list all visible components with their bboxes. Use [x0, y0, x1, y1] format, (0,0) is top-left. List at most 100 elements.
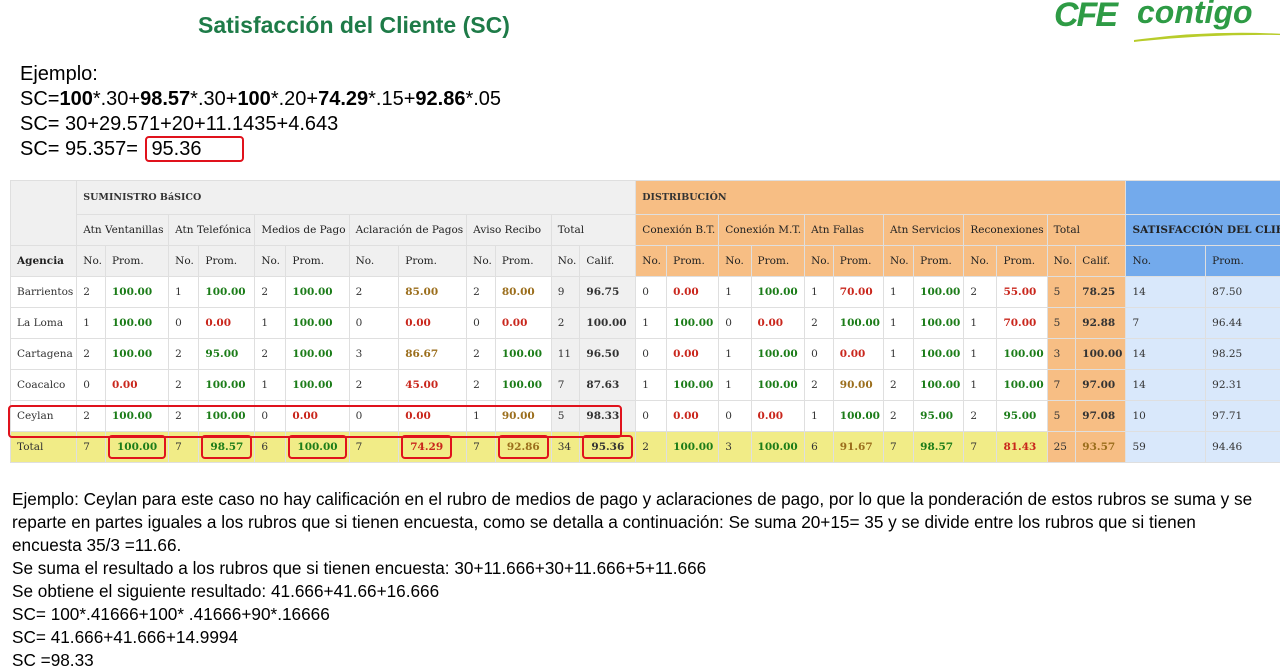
- column-header-prom: Prom.: [1206, 246, 1280, 277]
- column-header-prom: Prom.: [997, 246, 1047, 277]
- table-cell: 7: [1047, 370, 1076, 401]
- table-cell: 11: [551, 339, 580, 370]
- total-highlight-value: 98.57: [201, 435, 252, 459]
- table-cell: 1: [719, 339, 751, 370]
- table-cell: 3: [719, 432, 751, 463]
- table-cell: 0.00: [105, 370, 168, 401]
- example-result-highlight: 95.36: [145, 136, 243, 162]
- table-cell: 1: [883, 277, 913, 308]
- table-cell: 95.00: [199, 339, 255, 370]
- column-header-prom: Prom.: [667, 246, 719, 277]
- explanation-line-result: Se obtiene el siguiente resultado: 41.66…: [12, 580, 1262, 603]
- table-cell: 0.00: [495, 308, 551, 339]
- table-cell: 100.00: [199, 277, 255, 308]
- table-cell: 7: [883, 432, 913, 463]
- table-cell: 0.00: [667, 277, 719, 308]
- table-cell: 100.00: [495, 370, 551, 401]
- example-result: SC= 95.357= 95.36: [20, 137, 501, 162]
- table-cell: 0: [169, 308, 199, 339]
- column-header-no: No.: [349, 246, 399, 277]
- column-header-no: No.: [719, 246, 751, 277]
- table-cell: 85.00: [399, 277, 467, 308]
- table-cell: 100.00: [997, 370, 1047, 401]
- table-cell: 2: [636, 432, 667, 463]
- agencia-name: Barrientos: [11, 277, 77, 308]
- table-cell: 1: [964, 339, 997, 370]
- subheader-total: Total: [551, 215, 636, 246]
- subheader-conexi-n-b-t: Conexión B.T.: [636, 215, 719, 246]
- table-cell: 100.00: [580, 308, 636, 339]
- table-cell: 100.00: [914, 277, 964, 308]
- table-cell: 80.00: [495, 277, 551, 308]
- column-header-no: No.: [964, 246, 997, 277]
- column-header-calif: Calif.: [580, 246, 636, 277]
- table-cell: 55.00: [997, 277, 1047, 308]
- column-header-no: No.: [636, 246, 667, 277]
- table-cell: 2: [169, 339, 199, 370]
- table-cell: 100.00: [286, 308, 349, 339]
- table-cell: 91.67: [833, 432, 883, 463]
- table-cell: 100.00: [914, 339, 964, 370]
- column-header-prom: Prom.: [199, 246, 255, 277]
- group-satisfaccion-cliente: SATISFACCIÓN DEL CLIENTE: [1126, 215, 1280, 246]
- table-cell: 98.25: [1206, 339, 1280, 370]
- explanation-line-sc-sum: SC= 41.666+41.666+14.9994: [12, 626, 1262, 649]
- table-cell: 100.00: [751, 277, 805, 308]
- ceylan-row-highlight: [8, 405, 622, 438]
- table-cell: 3: [349, 339, 399, 370]
- formula-value: 98.57: [140, 88, 190, 110]
- table-cell: 2: [349, 277, 399, 308]
- agencia-name: Coacalco: [11, 370, 77, 401]
- table-cell: 78.25: [1076, 277, 1126, 308]
- column-header-prom: Prom.: [105, 246, 168, 277]
- table-cell: 2: [551, 308, 580, 339]
- table-cell: 0: [636, 339, 667, 370]
- table-cell: 100.00: [286, 370, 349, 401]
- table-cell: 7: [964, 432, 997, 463]
- agencia-name: Cartagena: [11, 339, 77, 370]
- subheader-atn-servicios: Atn Servicios: [883, 215, 963, 246]
- example-calculation: Ejemplo: SC=100*.30+98.57*.30+100*.20+74…: [20, 62, 501, 162]
- table-row: Barrientos2100.001100.002100.00285.00280…: [11, 277, 1280, 308]
- page-title: Satisfacción del Cliente (SC): [198, 12, 510, 39]
- table-cell: 1: [805, 277, 834, 308]
- table-cell: 0: [636, 277, 667, 308]
- column-header-no: No.: [255, 246, 286, 277]
- table-cell: 86.67: [399, 339, 467, 370]
- formula-operator: *.15+: [368, 88, 415, 110]
- table-cell: 100.00: [105, 308, 168, 339]
- table-cell: 0: [805, 339, 834, 370]
- table-cell: 70.00: [833, 277, 883, 308]
- table-cell: 1: [719, 277, 751, 308]
- table-cell: 2: [467, 339, 496, 370]
- table-cell: 95.00: [997, 401, 1047, 432]
- cfe-contigo-logo: CFE contigo: [1052, 0, 1272, 44]
- table-cell: 14: [1126, 277, 1206, 308]
- subheader-atn-telef-nica: Atn Telefónica: [169, 215, 255, 246]
- total-highlight-value: 100.00: [108, 435, 166, 459]
- explanation-line-sc-final: SC =98.33: [12, 649, 1262, 672]
- subheader-reconexiones: Reconexiones: [964, 215, 1047, 246]
- table-cell: 100.00: [914, 370, 964, 401]
- formula-value: 100: [237, 88, 270, 110]
- formula-operator: *.30+: [190, 88, 237, 110]
- logo-cfe-text: CFE: [1054, 0, 1116, 35]
- table-cell: 1: [964, 308, 997, 339]
- column-header-no: No.: [1126, 246, 1206, 277]
- subheader-atn-fallas: Atn Fallas: [805, 215, 884, 246]
- table-cell: 100.00: [667, 432, 719, 463]
- column-header-prom: Prom.: [833, 246, 883, 277]
- table-cell: 2: [805, 370, 834, 401]
- table-cell: 0.00: [399, 308, 467, 339]
- table-cell: 100.00: [199, 370, 255, 401]
- column-header-no: No.: [551, 246, 580, 277]
- table-cell: 0.00: [199, 308, 255, 339]
- group-suministro-basico: SUMINISTRO BáSICO: [77, 181, 636, 215]
- table-cell: 1: [169, 277, 199, 308]
- table-cell: 5: [1047, 401, 1076, 432]
- table-cell: 100.00: [997, 339, 1047, 370]
- table-cell: 1: [77, 308, 106, 339]
- table-cell: 2: [255, 339, 286, 370]
- column-header-prom: Prom.: [495, 246, 551, 277]
- table-cell: 87.63: [580, 370, 636, 401]
